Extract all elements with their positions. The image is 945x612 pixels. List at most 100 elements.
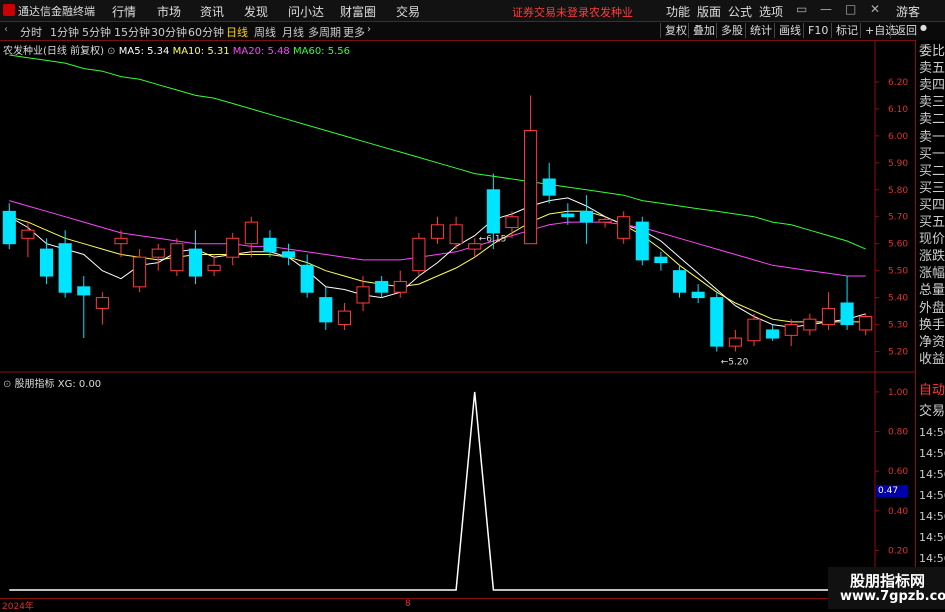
side-panel-tick-label: 14:56 bbox=[919, 552, 945, 565]
ind-tick-label: 0.60 bbox=[888, 467, 908, 477]
axis-month-label: 8 bbox=[405, 599, 411, 609]
side-panel-tick-label: 14:56 bbox=[919, 426, 945, 439]
candle bbox=[151, 243, 165, 271]
side-panel-label: 卖五 bbox=[919, 61, 945, 77]
candle bbox=[58, 230, 72, 298]
candle bbox=[170, 238, 184, 277]
candle bbox=[524, 95, 538, 245]
legend-ma60: MA60: 5.56 bbox=[292, 46, 350, 57]
y-tick-label: 5.60 bbox=[888, 240, 908, 250]
xg-line bbox=[9, 391, 866, 591]
candle bbox=[133, 249, 147, 293]
candle bbox=[375, 276, 389, 298]
side-panel-label: 委比 bbox=[919, 44, 945, 59]
side-panel-label: 总量 bbox=[919, 283, 945, 299]
kline-chart[interactable]: 5.20 5.30 5.40 5.50 5.60 5.70 5.80 5.90 6.00 6.10… bbox=[0, 0, 945, 609]
y-tick-label: 5.40 bbox=[888, 294, 908, 304]
candle bbox=[859, 313, 873, 336]
ind-tick-label: 0.20 bbox=[888, 546, 908, 556]
ind-tick-label: 1.00 bbox=[888, 388, 908, 398]
candle bbox=[803, 313, 817, 336]
watermark-url: www.7gpzb.com bbox=[840, 589, 945, 604]
candle bbox=[356, 276, 370, 312]
candle bbox=[244, 216, 258, 258]
side-panel-label: 买五 bbox=[919, 215, 945, 230]
side-panel-label: 外盘 bbox=[919, 300, 945, 316]
side-panel-tick-label: 14:56 bbox=[919, 531, 945, 544]
indicator-value: XG: 0.00 bbox=[57, 379, 102, 390]
candle bbox=[821, 292, 836, 330]
side-panel-label: 卖二 bbox=[919, 112, 945, 128]
y-tick-label: 5.80 bbox=[888, 186, 908, 196]
candle bbox=[207, 254, 221, 277]
candle bbox=[766, 324, 780, 341]
candle bbox=[542, 162, 556, 204]
legend-ma5: MA5: 5.34 bbox=[118, 46, 170, 57]
candle bbox=[226, 232, 240, 266]
y-tick-label: 6.00 bbox=[888, 132, 908, 142]
side-panel-tick-label: 14:56 bbox=[919, 510, 945, 523]
time-axis: 2024年 8 bbox=[0, 598, 915, 612]
candle bbox=[282, 243, 296, 266]
side-panel-label: 现价 bbox=[919, 232, 945, 248]
side-panel-label: 卖一 bbox=[919, 129, 945, 145]
indicator-settings-icon[interactable]: ⊙ bbox=[3, 379, 15, 390]
indicator-current-tag: 0.47 bbox=[876, 485, 908, 497]
candle bbox=[579, 195, 593, 244]
y-tick-label: 6.20 bbox=[888, 78, 908, 88]
side-panel-tick-label: 14:56 bbox=[919, 447, 945, 460]
candle bbox=[2, 203, 16, 250]
side-panel-label: 收益 bbox=[919, 351, 945, 367]
side-panel-label: 买四 bbox=[919, 197, 945, 213]
y-tick-label: 5.20 bbox=[888, 348, 908, 358]
candle bbox=[319, 286, 333, 330]
y-tick-label: 6.10 bbox=[888, 105, 908, 115]
indicator-legend: ⊙ 股朋指标 XG: 0.00 bbox=[3, 375, 101, 390]
candle bbox=[188, 230, 203, 285]
watermark-title: 股朋指标网 bbox=[850, 572, 926, 590]
legend-ma10: MA10: 5.31 bbox=[172, 46, 230, 57]
y-tick-label: 5.70 bbox=[888, 213, 908, 223]
side-panel-label: 卖三 bbox=[919, 95, 945, 111]
indicator-name: 股朋指标 bbox=[14, 379, 55, 390]
price-annotation: ←5.20 bbox=[721, 358, 749, 368]
ind-tick-label: 0.40 bbox=[888, 507, 908, 517]
side-panel-label: 买二 bbox=[919, 163, 945, 179]
side-panel-label: 净资 bbox=[919, 334, 945, 350]
side-panel-label: 涨幅 bbox=[919, 266, 945, 282]
axis-year-label: 2024年 bbox=[2, 602, 34, 612]
price-annotation: ←6.15 bbox=[479, 234, 507, 244]
side-panel-tick-label: 自动 bbox=[919, 383, 945, 398]
candle bbox=[691, 284, 705, 303]
candle bbox=[617, 211, 631, 244]
side-panel-tick-label: 交易 bbox=[919, 404, 945, 419]
y-tick-label: 5.50 bbox=[888, 267, 908, 277]
candle bbox=[95, 292, 109, 325]
legend-title: 农发种业(日线 前复权) bbox=[3, 46, 104, 57]
y-tick-label: 5.30 bbox=[888, 321, 908, 331]
legend-dropdown-icon[interactable]: ⊙ bbox=[107, 46, 119, 57]
candle bbox=[710, 292, 724, 352]
quote-side-panel: ● 委比卖五 卖四 卖三 卖二 卖一 买一 买二 买三 买四买五现价 涨跌 涨幅 总量 外盘 换手 净资 收益… bbox=[915, 24, 945, 609]
candle bbox=[412, 232, 426, 277]
side-panel-label: 换手 bbox=[919, 317, 945, 333]
side-panel-tick-label: 14:56 bbox=[919, 468, 945, 481]
side-panel-label: 涨跌 bbox=[919, 249, 945, 265]
candle bbox=[561, 203, 575, 225]
candle bbox=[77, 276, 91, 339]
panel-toggle-icon[interactable]: ● bbox=[920, 24, 944, 38]
candle bbox=[21, 222, 35, 258]
side-panel-tick-label: 14:56 bbox=[919, 489, 945, 502]
candle bbox=[840, 276, 854, 330]
candle bbox=[672, 265, 687, 298]
side-panel-label: 买三 bbox=[919, 180, 945, 196]
candle bbox=[635, 216, 649, 266]
y-tick-label: 5.90 bbox=[888, 159, 908, 169]
legend-ma20: MA20: 5.48 bbox=[232, 46, 290, 57]
candle bbox=[654, 251, 668, 271]
candle bbox=[430, 216, 445, 244]
candle bbox=[784, 319, 798, 347]
side-panel-label: 买一 bbox=[919, 146, 945, 162]
side-panel-label: 卖四 bbox=[919, 78, 945, 94]
candle bbox=[728, 329, 742, 352]
